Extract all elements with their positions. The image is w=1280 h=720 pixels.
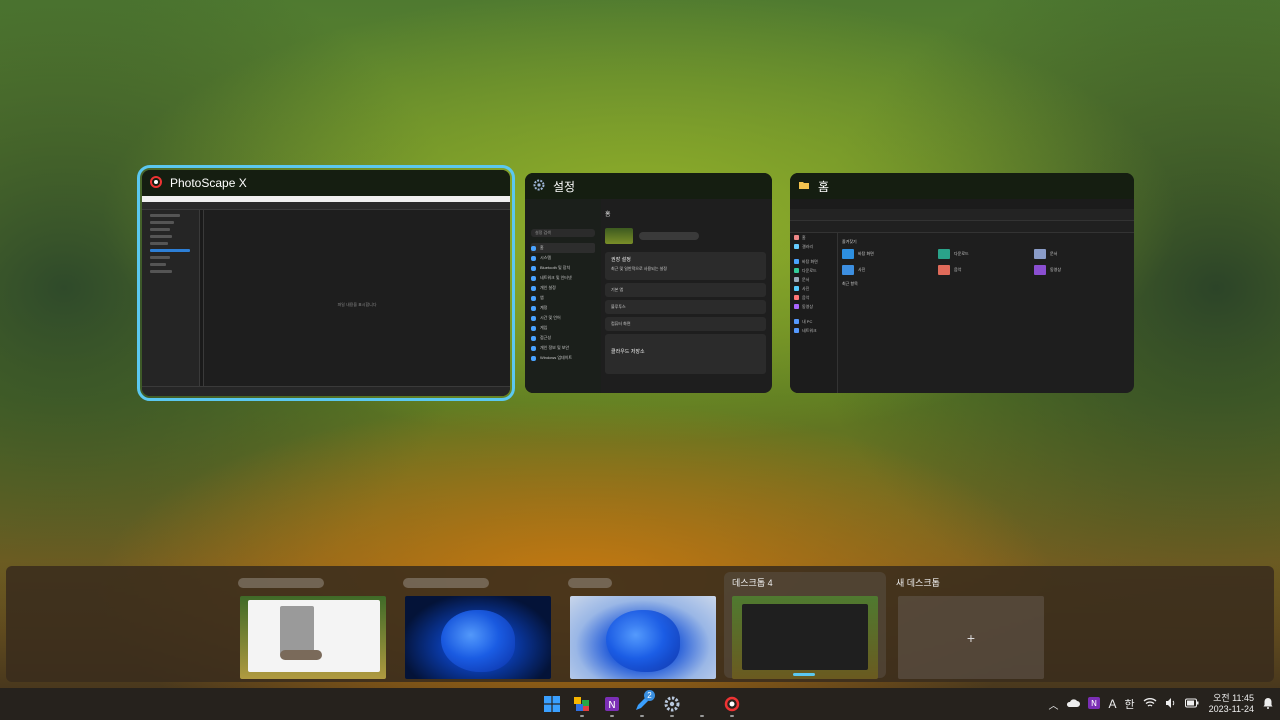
chevron-up-icon[interactable]: ︿ <box>1048 697 1058 712</box>
onenote-button[interactable]: N <box>600 692 624 717</box>
new-desktop[interactable]: 새 데스크톱 + <box>888 572 1044 679</box>
desktop-label-redacted <box>238 578 324 588</box>
desktop-2[interactable] <box>395 572 551 679</box>
onenote-icon: N <box>605 697 619 711</box>
current-desktop-indicator <box>793 673 815 676</box>
settings-search: 설정 검색 <box>531 229 595 237</box>
onenote-tray-icon[interactable]: N <box>1088 696 1101 712</box>
desktop-thumbnail[interactable] <box>240 596 386 679</box>
photoscape-empty-text: 파일 내용을 표시합니다 <box>337 302 377 307</box>
window-photoscape[interactable]: PhotoScape X 파일 내용을 표시합니다 <box>137 165 515 401</box>
window-settings[interactable]: 설정 설정 검색 홈 시스템 Bluetooth 및 장치 네트워크 및 인터넷… <box>525 173 772 393</box>
time: 오전 11:45 <box>1213 693 1254 703</box>
photoscape-folder-tree <box>142 210 200 386</box>
mosaic-icon <box>574 697 589 711</box>
blank-taskbar-button[interactable] <box>690 692 714 717</box>
desktop-1[interactable] <box>230 572 386 679</box>
battery-icon[interactable] <box>1184 698 1199 711</box>
explorer-preview: 홈 갤러리 바탕 화면 다운로드 문서 사진 음악 동영상 내 PC 네트워크 … <box>790 199 1134 393</box>
new-desktop-button[interactable]: + <box>898 596 1044 679</box>
settings-taskbar-button[interactable] <box>660 692 684 717</box>
mosaic-app-button[interactable] <box>570 692 594 717</box>
folder-icon <box>798 179 810 194</box>
svg-text:N: N <box>608 700 615 711</box>
window-title: PhotoScape X <box>170 176 247 190</box>
settings-gear-icon <box>533 179 545 194</box>
new-desktop-label: 새 데스크톱 <box>896 578 940 588</box>
desktop-4[interactable]: 데스크톱 4 <box>724 572 886 679</box>
window-titlebar[interactable]: 홈 <box>790 173 1134 199</box>
clock[interactable]: 오전 11:45 2023-11-24 <box>1209 693 1254 715</box>
virtual-desktops-bar: 데스크톱 4 새 데스크톱 + <box>6 566 1274 682</box>
taskbar: N 2 ︿ N A 한 오전 11:45 2023-11-24 <box>0 688 1280 720</box>
desktop-thumbnail[interactable] <box>405 596 551 679</box>
pencil-app-button[interactable]: 2 <box>630 690 655 717</box>
desktop-label: 데스크톱 4 <box>732 578 773 588</box>
settings-gear-icon <box>664 696 680 712</box>
wifi-icon[interactable] <box>1143 697 1157 712</box>
notification-bell-icon[interactable] <box>1262 697 1274 712</box>
font-icon[interactable]: A <box>1108 697 1116 711</box>
settings-preview: 설정 검색 홈 시스템 Bluetooth 및 장치 네트워크 및 인터넷 개인… <box>525 199 772 393</box>
plus-icon: + <box>966 629 976 646</box>
window-title: 홈 <box>818 179 830 194</box>
photoscape-preview: 파일 내용을 표시합니다 <box>142 196 510 396</box>
desktop-3[interactable] <box>560 572 716 679</box>
photoscape-taskbar-button[interactable] <box>720 692 744 717</box>
svg-text:N: N <box>1091 699 1097 708</box>
window-titlebar[interactable]: PhotoScape X <box>142 170 510 196</box>
photoscape-icon <box>724 696 740 712</box>
desktop-thumbnail[interactable] <box>732 596 878 679</box>
notification-badge: 2 <box>644 690 655 701</box>
system-tray: ︿ N A 한 오전 11:45 2023-11-24 <box>1048 688 1274 720</box>
photoscape-icon <box>150 175 162 191</box>
window-title: 설정 <box>553 179 576 194</box>
windows-icon <box>544 696 560 712</box>
start-button[interactable] <box>540 692 564 716</box>
desktop-thumbnail[interactable] <box>570 596 716 679</box>
window-titlebar[interactable]: 설정 <box>525 173 772 199</box>
volume-icon[interactable] <box>1165 697 1177 712</box>
date: 2023-11-24 <box>1208 704 1254 714</box>
ime-indicator[interactable]: 한 <box>1125 696 1135 712</box>
cloud-icon[interactable] <box>1066 698 1081 711</box>
window-explorer[interactable]: 홈 홈 갤러리 바탕 화면 다운로드 문서 사진 음악 동영상 내 PC 네트워… <box>790 173 1134 393</box>
